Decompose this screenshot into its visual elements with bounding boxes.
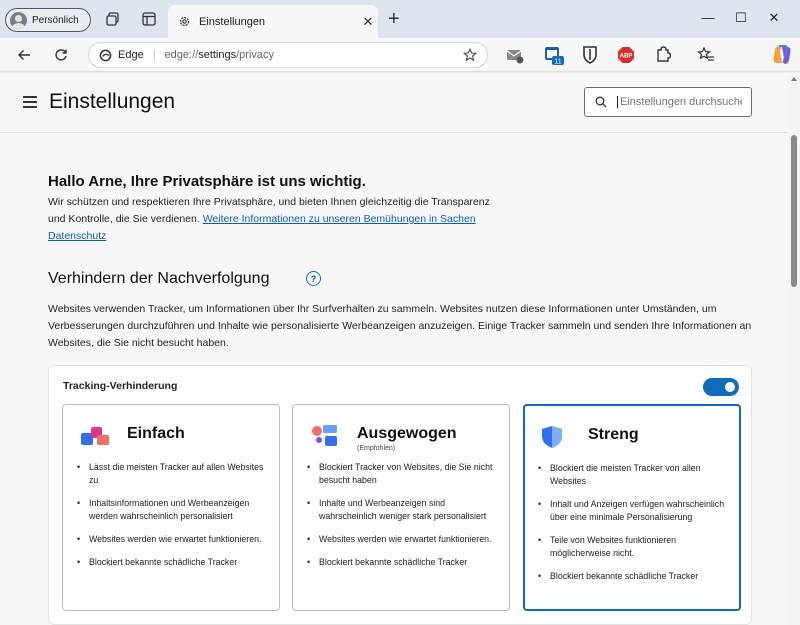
url-separator: | (152, 49, 156, 61)
tracking-prevention-label: Tracking-Verhinderung (63, 380, 178, 392)
level-card-balanced[interactable]: Ausgewogen (Empfohlen) Blockiert Tracker… (292, 404, 510, 611)
favorites-icon[interactable] (697, 46, 715, 64)
extension-badge-count: 11 (554, 59, 561, 66)
scroll-thumb[interactable] (791, 135, 797, 287)
settings-search[interactable] (584, 87, 752, 117)
list-item: Lässt die meisten Tracker auf allen Webs… (75, 461, 271, 487)
back-icon[interactable] (14, 45, 34, 65)
level-card-basic[interactable]: Einfach Lässt die meisten Tracker auf al… (62, 404, 280, 611)
workspaces-icon[interactable] (104, 10, 122, 28)
scrollbar[interactable] (788, 73, 800, 625)
new-tab-button[interactable]: + (388, 9, 400, 29)
avatar (10, 11, 27, 29)
tab-settings[interactable]: Einstellungen ✕ (168, 5, 378, 38)
url-path: /privacy (236, 49, 275, 61)
profile-label: Persönlich (32, 14, 79, 26)
list-item: Websites werden wie erwartet funktionier… (305, 533, 501, 546)
balanced-shapes-icon (312, 425, 337, 446)
list-item: Websites werden wie erwartet funktionier… (75, 533, 271, 546)
tracking-prevention-panel: Tracking-Verhinderung Einfach Lässt die … (48, 365, 752, 625)
menu-icon[interactable] (23, 96, 37, 111)
level-title: Einfach (127, 425, 185, 442)
list-item: Teile von Websites funktionieren möglich… (536, 534, 732, 560)
level-bullets: Blockiert die meisten Tracker von allen … (536, 462, 732, 593)
search-icon (595, 96, 607, 108)
help-icon[interactable]: ? (306, 271, 321, 286)
level-subtitle: (Empfohlen) (357, 445, 396, 452)
favorite-star-icon[interactable] (463, 48, 477, 62)
level-bullets: Lässt die meisten Tracker auf allen Webs… (75, 461, 271, 579)
gear-icon (179, 16, 190, 27)
search-input[interactable] (617, 96, 742, 108)
level-title: Ausgewogen (357, 425, 457, 442)
section-description: Websites verwenden Tracker, um Informati… (48, 303, 752, 349)
privacy-intro: Wir schützen und respektieren Ihre Priva… (48, 194, 498, 245)
maximize-button[interactable]: ☐ (731, 10, 751, 26)
list-item: Inhaltsinformationen und Werbeanzeigen w… (75, 497, 271, 523)
basic-shapes-icon (81, 427, 109, 445)
title-bar: Persönlich Einstellungen ✕ + — ☐ ✕ (0, 0, 800, 38)
url-text: edge://settings/privacy (165, 49, 274, 61)
section-title: Verhindern der Nachverfolgung (48, 270, 270, 287)
close-tab-icon[interactable]: ✕ (358, 14, 378, 30)
adblock-label: ABP (620, 54, 633, 60)
scroll-up-icon[interactable] (791, 77, 797, 81)
list-item: Blockiert bekannte schädliche Tracker (75, 556, 271, 569)
adblock-icon[interactable]: ABP (617, 46, 635, 64)
vertical-tabs-icon[interactable] (140, 10, 158, 28)
bitwarden-icon[interactable] (582, 46, 598, 64)
profile-button[interactable]: Persönlich (5, 8, 91, 32)
shield-icon (542, 426, 562, 448)
level-title: Streng (588, 426, 639, 443)
settings-header: Einstellungen (0, 73, 788, 133)
url-host: settings (198, 49, 237, 61)
greeting: Hallo Arne, Ihre Privatsphäre ist uns wi… (48, 173, 366, 190)
list-item: Blockiert die meisten Tracker von allen … (536, 462, 732, 488)
url-site-label: Edge (118, 49, 144, 61)
list-item: Inhalte und Werbeanzeigen sind wahrschei… (305, 497, 501, 523)
calendar-badge-icon[interactable]: 11 (543, 44, 565, 66)
navigation-bar: Edge | edge://settings/privacy 11 ABP (0, 38, 800, 72)
mail-icon[interactable] (506, 46, 524, 64)
tracking-prevention-toggle[interactable] (703, 378, 739, 396)
url-prefix: edge:// (164, 49, 199, 61)
list-item: Blockiert bekannte schädliche Tracker (305, 556, 501, 569)
level-card-strict[interactable]: Streng Blockiert die meisten Tracker von… (523, 404, 741, 611)
level-bullets: Blockiert Tracker von Websites, die Sie … (305, 461, 501, 579)
list-item: Blockiert bekannte schädliche Tracker (536, 570, 732, 583)
ellipsis-menu-icon[interactable] (735, 45, 756, 66)
edge-logo-icon (99, 49, 112, 61)
minimize-button[interactable]: — (698, 10, 718, 25)
puzzle-icon[interactable] (655, 46, 671, 63)
address-bar[interactable]: Edge | edge://settings/privacy (88, 42, 488, 68)
page-title: Einstellungen (49, 90, 176, 113)
list-item: Inhalt und Anzeigen verfügen wahrscheinl… (536, 498, 732, 524)
refresh-icon[interactable] (51, 45, 71, 65)
copilot-icon[interactable] (772, 44, 792, 66)
list-item: Blockiert Tracker von Websites, die Sie … (305, 461, 501, 487)
settings-page: Einstellungen Hallo Arne, Ihre Privatsph… (0, 73, 788, 625)
close-window-button[interactable]: ✕ (764, 10, 784, 26)
tab-title: Einstellungen (199, 15, 266, 28)
